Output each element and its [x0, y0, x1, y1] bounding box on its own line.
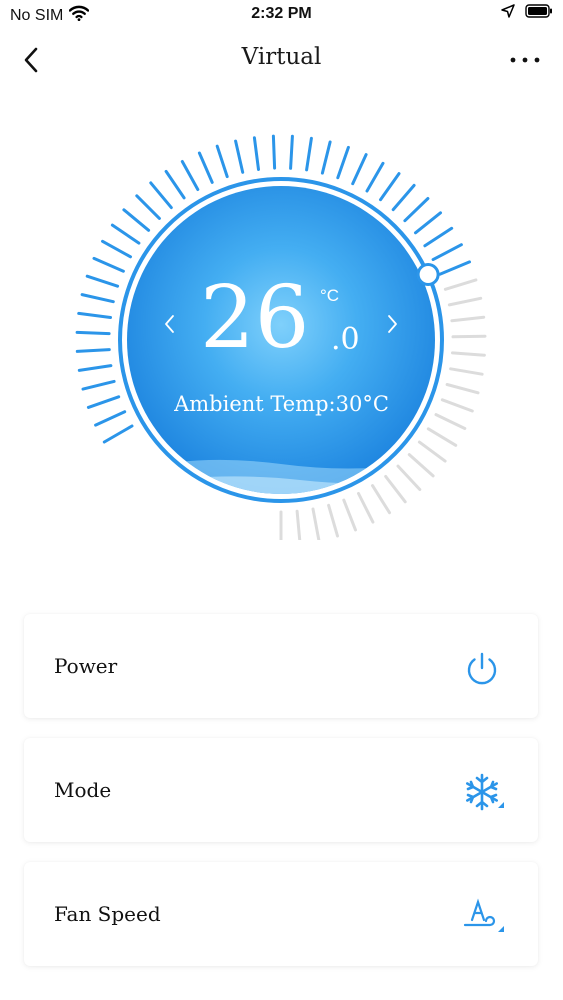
dial-tick — [252, 136, 260, 171]
dial-tick — [327, 503, 339, 538]
status-time: 2:32 PM — [251, 5, 312, 22]
status-right — [501, 4, 553, 23]
dial-tick — [450, 315, 486, 323]
dial-tick — [311, 507, 321, 540]
dial-tick — [180, 160, 200, 191]
set-temperature: 26 — [200, 268, 310, 368]
mode-label: Mode — [54, 778, 112, 802]
dial-tick — [431, 243, 463, 262]
dial-tick — [320, 140, 332, 175]
increase-temp-button[interactable] — [380, 310, 404, 338]
dial-tick — [379, 172, 401, 202]
dial-tick — [351, 153, 368, 186]
dial-tick — [271, 134, 277, 170]
dial-tick — [391, 183, 416, 212]
dial-tick — [451, 351, 486, 357]
location-arrow-icon — [501, 4, 515, 23]
dial-tick — [77, 311, 112, 319]
dial-tick — [426, 427, 458, 447]
dial-tick — [101, 239, 132, 259]
power-label: Power — [54, 654, 118, 678]
dial-tick — [75, 330, 111, 336]
status-bar: No SIM 2:32 PM — [0, 0, 563, 30]
power-card[interactable]: Power — [24, 614, 538, 718]
dial-tick — [396, 464, 422, 491]
power-icon — [462, 648, 502, 688]
dial-tick — [85, 274, 120, 288]
dial-tick — [403, 197, 430, 223]
dial-tick — [414, 211, 442, 235]
more-dots-icon — [510, 57, 540, 63]
setpoint-knob — [416, 263, 440, 286]
dial-tick — [447, 296, 483, 307]
dial-tick — [384, 475, 407, 504]
decrease-temp-button[interactable] — [158, 310, 182, 338]
ambient-temperature: Ambient Temp:30°C — [174, 392, 389, 416]
set-temperature-decimal: .0 — [331, 322, 360, 357]
dial-tick — [164, 169, 186, 200]
dial-tick — [289, 134, 294, 170]
dial-tick — [336, 145, 350, 180]
page-title: Virtual — [241, 44, 322, 70]
dial-tick — [80, 293, 115, 304]
dial-tick — [197, 151, 214, 184]
fan-auto-icon — [462, 896, 504, 936]
dial-tick — [102, 424, 134, 444]
more-button[interactable] — [505, 44, 545, 76]
nav-bar: Virtual — [0, 30, 563, 90]
dial-tick — [215, 144, 229, 179]
dial-tick — [77, 364, 113, 372]
temperature-unit: °C — [320, 286, 340, 305]
dial-tick — [365, 161, 385, 193]
dial-tick — [449, 367, 484, 376]
dial-tick — [342, 498, 357, 532]
dial-tick — [371, 484, 391, 515]
dial-tick — [122, 208, 151, 232]
dial-tick — [75, 348, 111, 353]
dial-tick — [417, 440, 447, 463]
battery-icon — [525, 4, 553, 23]
snowflake-icon — [462, 772, 504, 812]
dial-tick — [149, 181, 173, 210]
dial-tick — [295, 509, 302, 540]
dial-tick — [423, 226, 454, 248]
dial-tick — [110, 223, 141, 245]
dial-tick — [438, 260, 471, 276]
dial-tick — [305, 136, 313, 172]
thermostat-dial[interactable]: 26 °C .0 Ambient Temp:30°C — [0, 100, 563, 540]
chevron-left-icon — [165, 315, 174, 333]
dial-tick — [434, 413, 467, 430]
fan-speed-card[interactable]: Fan Speed — [24, 862, 538, 966]
mode-card[interactable]: Mode — [24, 738, 538, 842]
fan-speed-label: Fan Speed — [54, 902, 161, 926]
dial-tick — [92, 256, 125, 273]
dial-tick — [81, 379, 116, 391]
dial-tick — [135, 194, 161, 220]
dial-tick — [443, 278, 478, 291]
dial-tick — [234, 139, 245, 174]
dial-wave — [127, 456, 435, 494]
dial-tick — [357, 492, 375, 524]
chevron-right-icon — [388, 315, 397, 333]
dial-tick — [407, 453, 435, 478]
dial-tick — [451, 334, 487, 339]
